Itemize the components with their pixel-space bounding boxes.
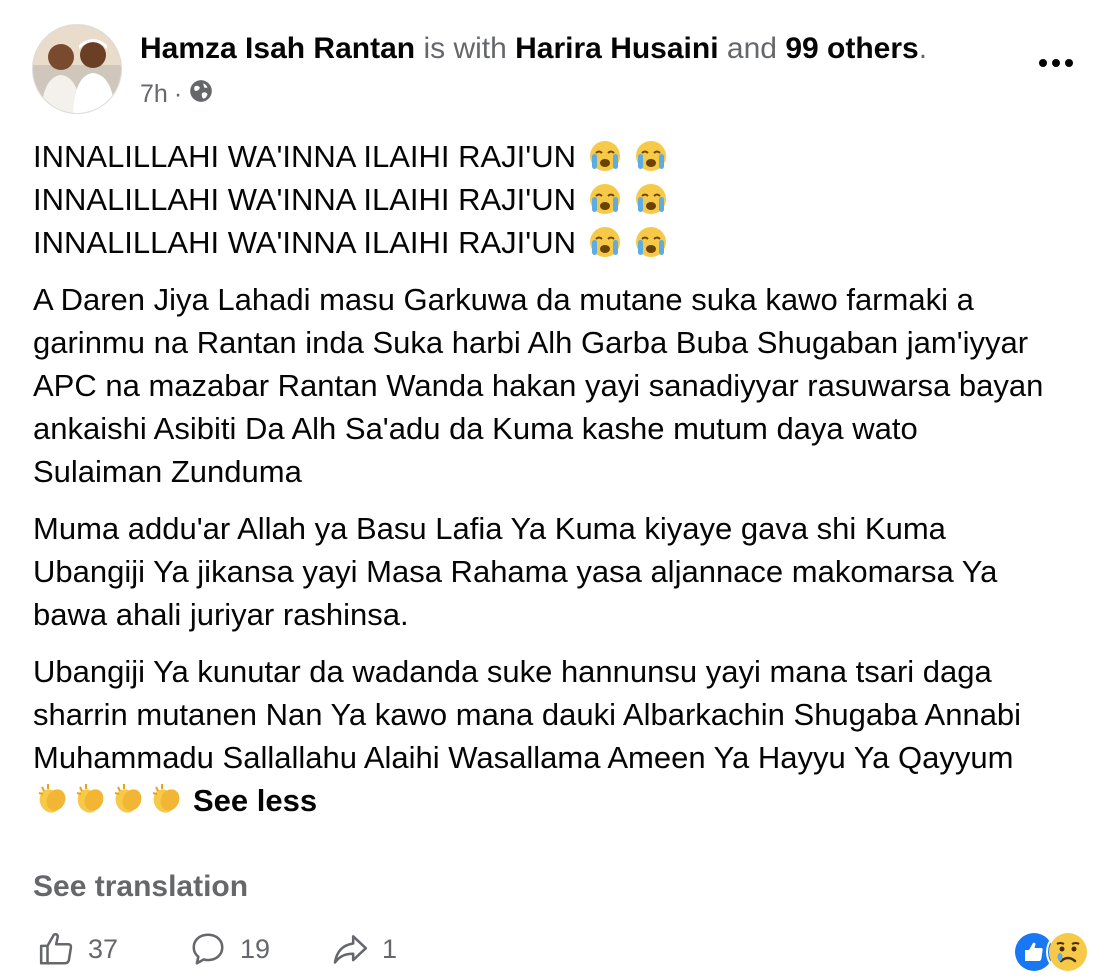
condolence-line: INNALILLAHI WA'INNA ILAIHI RAJI'UN [33,221,1093,264]
share-button[interactable]: 1 [330,930,397,968]
share-icon [333,935,368,964]
post-author-line: Hamza Isah Rantan is with Harira Husaini… [140,32,927,66]
like-button[interactable]: 37 [38,930,118,968]
post-meta: 7h · [140,78,214,111]
loudly-crying-face-icon [636,227,667,257]
and-text: and [726,32,777,65]
share-count: 1 [382,933,398,964]
post-time[interactable]: 7h [140,80,168,109]
comment-icon [192,933,224,965]
clapping-hands-icon [152,784,180,813]
author-name[interactable]: Hamza Isah Rantan [140,32,415,65]
like-icon [39,932,73,965]
post-card: Hamza Isah Rantan is with Harira Husaini… [0,0,1120,980]
loudly-crying-face-icon [636,141,667,171]
globe-icon [188,78,214,111]
paragraph-prayer: Muma addu'ar Allah ya Basu Lafia Ya Kuma… [33,511,998,632]
tagged-person[interactable]: Harira Husaini [515,32,718,65]
more-options-button[interactable] [1032,48,1080,78]
see-translation-link[interactable]: See translation [33,870,248,904]
condolence-line: INNALILLAHI WA'INNA ILAIHI RAJI'UN [33,178,1093,221]
meta-separator: · [173,80,183,108]
loudly-crying-face-icon [589,184,620,214]
period: . [918,32,928,65]
clapping-hands-icon [76,784,104,813]
sad-reaction-icon [1046,930,1090,974]
post-header: Hamza Isah Rantan is with Harira Husaini… [32,22,1080,118]
comment-button[interactable]: 19 [188,930,270,968]
loudly-crying-face-icon [636,184,667,214]
clapping-hands-icon [38,784,66,813]
with-text: is with [423,32,507,65]
tagged-others[interactable]: 99 others [785,32,918,65]
like-count: 37 [88,933,119,964]
paragraph-incident: A Daren Jiya Lahadi masu Garkuwa da muta… [33,282,1044,489]
paragraph-supplication: Ubangiji Ya kunutar da wadanda suke hann… [33,650,1093,822]
loudly-crying-face-icon [589,227,620,257]
reaction-summary[interactable] [1012,930,1090,974]
author-avatar[interactable] [32,24,122,114]
clapping-hands-icon [114,784,142,813]
loudly-crying-face-icon [589,141,620,171]
comment-count: 19 [240,933,271,964]
post-actions: 37 19 1 [38,930,1090,978]
condolence-line: INNALILLAHI WA'INNA ILAIHI RAJI'UN [33,135,1093,178]
clapping-line: See less [33,779,1093,822]
condolence-block: INNALILLAHI WA'INNA ILAIHI RAJI'UN INNAL… [33,135,1093,264]
more-options-icon [1039,59,1047,67]
post-body: INNALILLAHI WA'INNA ILAIHI RAJI'UN INNAL… [33,135,1093,836]
see-less-link[interactable]: See less [193,783,317,818]
